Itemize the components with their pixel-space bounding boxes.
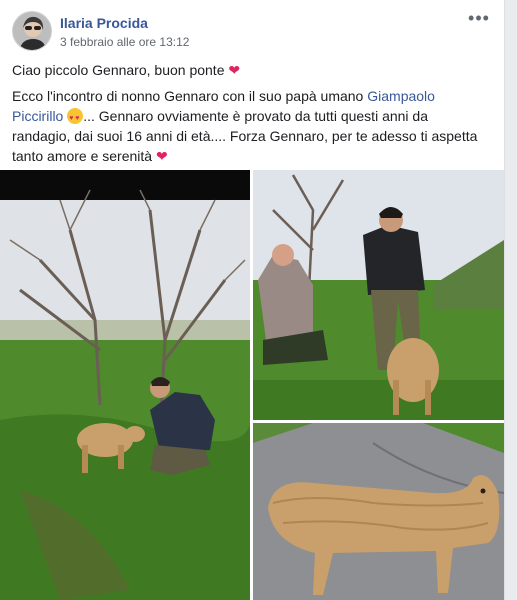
post-paragraph-2-start: Ecco l'incontro di nonno Gennaro con il … [12,88,368,104]
post-header: Ilaria Procida 3 febbraio alle ore 13:12… [12,9,492,55]
heart-icon: ❤ [155,148,168,164]
photo-1[interactable] [0,170,250,600]
post-card: Ilaria Procida 3 febbraio alle ore 13:12… [0,0,505,600]
photo-2[interactable] [253,170,504,420]
more-options-icon[interactable]: ••• [466,9,492,31]
post-line-1: Ciao piccolo Gennaro, buon ponte [12,62,225,78]
photo-grid [0,170,504,600]
heart-icon: ❤ [228,62,241,78]
heart-eyes-emoji-icon [67,108,84,129]
photo-3[interactable] [253,423,504,600]
author-name[interactable]: Ilaria Procida [60,15,148,31]
post-timestamp[interactable]: 3 febbraio alle ore 13:12 [60,35,189,49]
author-avatar[interactable] [12,11,52,51]
post-text: Ciao piccolo Gennaro, buon ponte ❤ Ecco … [12,60,490,172]
